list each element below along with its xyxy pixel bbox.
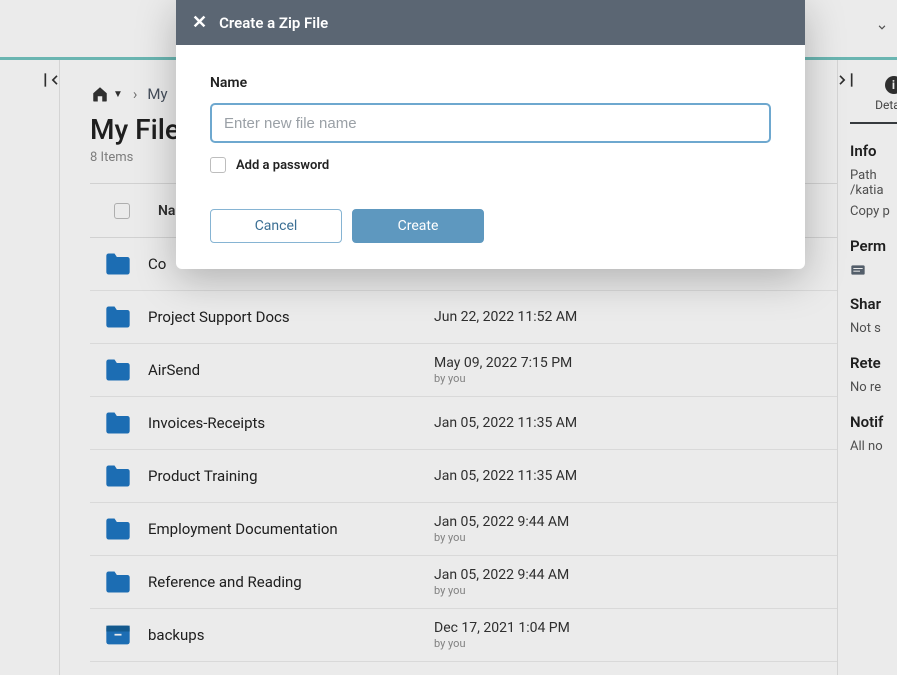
zip-name-input[interactable] <box>210 103 771 143</box>
create-button[interactable]: Create <box>352 209 484 243</box>
modal-header: ✕ Create a Zip File <box>176 0 805 45</box>
close-icon[interactable]: ✕ <box>192 12 207 33</box>
add-password-label: Add a password <box>236 158 329 173</box>
cancel-button[interactable]: Cancel <box>210 209 342 243</box>
name-label: Name <box>210 75 771 91</box>
modal-title: Create a Zip File <box>219 14 328 32</box>
add-password-checkbox[interactable] <box>210 157 226 173</box>
create-zip-modal: ✕ Create a Zip File Name Add a password … <box>176 0 805 269</box>
